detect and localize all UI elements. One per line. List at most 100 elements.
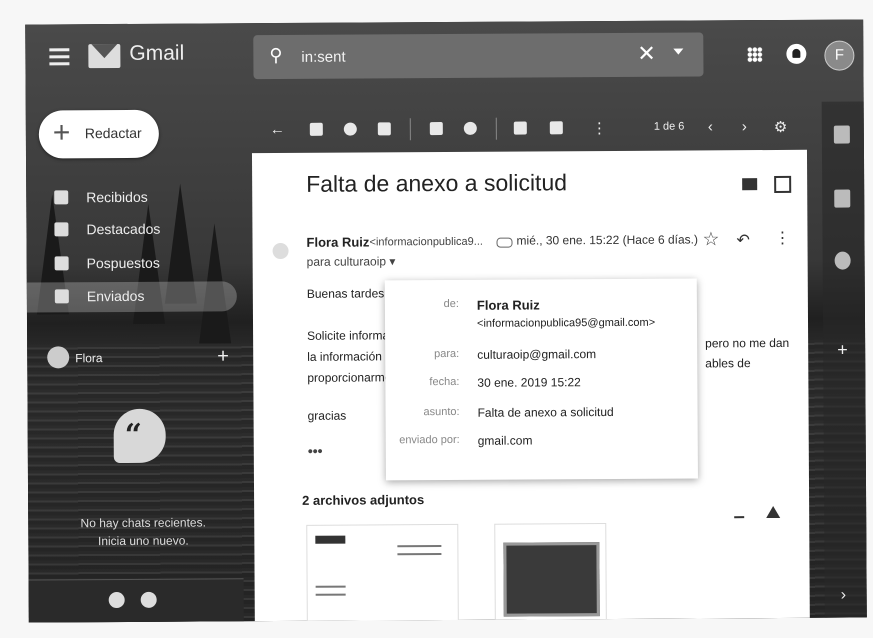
hangouts-user[interactable]: Flora + <box>47 345 237 374</box>
sender-avatar <box>272 242 289 260</box>
sender-email: <informacionpublica9... <box>369 235 483 249</box>
detail-label: de: <box>443 297 459 311</box>
top-bar: Gmail ⚲ ✕ F <box>25 19 863 96</box>
apps-grid-icon[interactable] <box>747 47 763 63</box>
side-panel-rail: + › <box>821 101 867 622</box>
email-view: Falta de anexo a solicitud Flora Ruiz <i… <box>251 149 810 623</box>
search-bar[interactable]: ⚲ ✕ <box>253 32 704 80</box>
show-trimmed-button[interactable]: ••• <box>308 443 323 459</box>
delete-icon[interactable] <box>377 122 391 136</box>
gmail-logo-icon[interactable] <box>88 43 121 69</box>
add-contact-icon[interactable]: + <box>217 345 229 368</box>
compose-button[interactable]: + Redactar <box>38 109 159 159</box>
sidebar-item-inbox[interactable]: Recibidos <box>26 182 236 213</box>
contacts-icon[interactable] <box>108 591 125 609</box>
recipient-toggle[interactable]: para culturaoip ▾ <box>307 254 396 269</box>
chevron-right-icon[interactable]: › <box>841 587 846 605</box>
hangouts-chat-icon[interactable] <box>140 591 157 608</box>
toolbar-divider <box>495 117 497 140</box>
email-body-line: pero no me dan <box>705 335 790 351</box>
user-avatar <box>47 346 70 369</box>
toolbar-divider <box>409 118 411 141</box>
sidebar-item-label: Recibidos <box>86 188 148 206</box>
save-to-drive-icon[interactable] <box>766 505 781 519</box>
account-avatar[interactable]: F <box>824 40 855 71</box>
email-body-line: proporcionarmel <box>307 370 395 385</box>
thumbnail-text-line <box>397 545 442 548</box>
search-input[interactable] <box>299 41 604 71</box>
attachment-thumbnail[interactable] <box>306 523 459 623</box>
chevron-down-icon[interactable] <box>673 48 684 55</box>
email-subject: Falta de anexo a solicitud <box>306 169 568 197</box>
more-options-icon[interactable]: ⋮ <box>774 228 790 248</box>
label-icon[interactable] <box>549 121 563 135</box>
chevron-left-icon[interactable]: ‹ <box>708 118 713 135</box>
no-chats-message: No hay chats recientes. Inicia uno nuevo… <box>58 513 228 550</box>
add-addon-icon[interactable]: + <box>837 340 848 361</box>
app-title[interactable]: Gmail <box>129 42 184 66</box>
notifications-icon[interactable] <box>786 43 807 64</box>
attachment-icon <box>496 237 513 248</box>
clock-icon <box>54 256 69 271</box>
more-options-icon[interactable]: ⋮ <box>592 119 607 137</box>
no-chats-text: No hay chats recientes. <box>80 515 206 531</box>
detail-subject: Falta de anexo a solicitud <box>477 404 614 420</box>
detail-sender-email: <informacionpublica95@gmail.com> <box>476 316 656 330</box>
star-icon <box>54 222 69 237</box>
tasks-icon[interactable] <box>834 251 851 270</box>
report-spam-icon[interactable] <box>343 122 357 136</box>
star-icon[interactable]: ☆ <box>702 228 719 251</box>
thumbnail-logo <box>315 535 346 544</box>
compose-label: Redactar <box>84 124 142 142</box>
sidebar-item-label: Pospuestos <box>86 254 160 272</box>
attachment-thumbnail[interactable] <box>494 523 607 623</box>
send-icon <box>54 289 69 304</box>
plus-icon: + <box>52 116 71 150</box>
move-to-icon[interactable] <box>513 121 527 135</box>
email-body-line: ables de <box>705 356 751 371</box>
back-arrow-icon[interactable]: ← <box>270 121 285 138</box>
gear-icon[interactable]: ⚙ <box>774 118 788 136</box>
sidebar-bottom-bar <box>28 578 244 623</box>
sidebar-item-snoozed[interactable]: Pospuestos <box>27 248 237 279</box>
recipient-text: para culturaoip <box>306 254 387 269</box>
keep-icon[interactable] <box>834 189 851 208</box>
email-greeting: Buenas tardes <box>306 286 385 301</box>
search-icon[interactable]: ⚲ <box>269 45 282 66</box>
sidebar-item-starred[interactable]: Destacados <box>26 214 236 245</box>
gmail-window: Gmail ⚲ ✕ F + Redactar Recibidos Destaca… <box>25 19 867 623</box>
email-date: mié., 30 ene. 15:22 (Hace 6 días.) <box>516 232 698 248</box>
detail-recipient: culturaoip@gmail.com <box>477 347 597 362</box>
detail-sender-name: Flora Ruiz <box>476 297 540 313</box>
sidebar-item-sent[interactable]: Enviados <box>26 281 237 313</box>
mark-unread-icon[interactable] <box>429 122 443 136</box>
sidebar-item-label: Enviados <box>86 287 145 305</box>
thumbnail-text-line <box>315 585 346 588</box>
detail-date: 30 ene. 2019 15:22 <box>477 375 581 390</box>
pagination-count: 1 de 6 <box>653 120 685 133</box>
sidebar-item-label: Destacados <box>86 220 161 238</box>
email-body-line: Solicite informac <box>307 328 396 343</box>
thumbnail-text-line <box>315 593 346 596</box>
user-name: Flora <box>75 351 103 366</box>
detail-label: para: <box>434 347 460 361</box>
close-icon[interactable]: ✕ <box>637 41 656 67</box>
email-closing: gracias <box>307 408 347 423</box>
menu-icon[interactable] <box>49 48 70 66</box>
snooze-icon[interactable] <box>463 121 477 135</box>
archive-icon[interactable] <box>309 122 323 136</box>
print-icon[interactable] <box>742 178 758 191</box>
attachments-title: 2 archivos adjuntos <box>302 492 425 508</box>
open-new-window-icon[interactable] <box>774 175 792 193</box>
download-all-icon[interactable] <box>734 504 745 519</box>
calendar-icon[interactable] <box>833 125 850 144</box>
inbox-icon <box>54 190 69 205</box>
hangouts-icon: “ <box>113 408 166 464</box>
thumbnail-text-line <box>397 553 442 556</box>
reply-icon[interactable]: ↶ <box>736 230 750 250</box>
chevron-right-icon[interactable]: › <box>742 118 747 135</box>
sender-details-popup: de: Flora Ruiz <informacionpublica95@gma… <box>384 278 698 481</box>
detail-label: enviado por: <box>399 433 460 447</box>
email-body-line: la información q <box>307 349 392 364</box>
start-chat-link[interactable]: Inicia uno nuevo. <box>58 531 228 550</box>
